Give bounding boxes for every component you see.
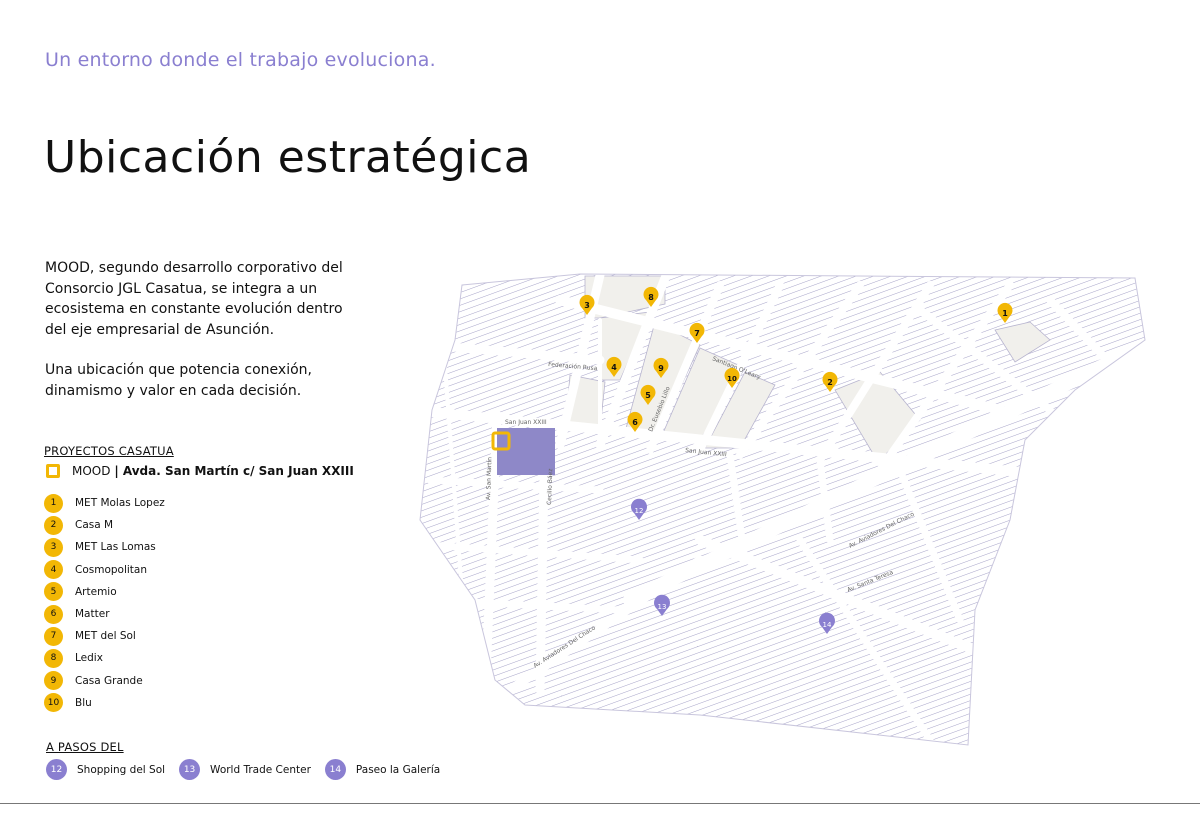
svg-text:5: 5: [645, 391, 651, 400]
svg-text:14: 14: [823, 621, 832, 629]
svg-text:8: 8: [648, 293, 654, 302]
street-label: Cecilio Báez: [546, 468, 554, 505]
street-label: San Juan XXIII: [505, 419, 547, 426]
mood-lot: [497, 428, 555, 475]
svg-text:1: 1: [1002, 309, 1008, 318]
svg-text:7: 7: [694, 329, 700, 338]
svg-text:6: 6: [632, 418, 638, 427]
map-blocks: [420, 274, 1145, 745]
svg-text:10: 10: [727, 375, 737, 383]
svg-text:2: 2: [827, 378, 833, 387]
svg-text:12: 12: [635, 507, 644, 515]
svg-text:9: 9: [658, 364, 664, 373]
footer-divider: [0, 803, 1200, 804]
svg-text:13: 13: [658, 603, 667, 611]
svg-text:3: 3: [584, 301, 590, 310]
svg-text:4: 4: [611, 363, 617, 372]
location-map: San Juan XXIII San Juan XXIII Federación…: [419, 273, 1146, 746]
